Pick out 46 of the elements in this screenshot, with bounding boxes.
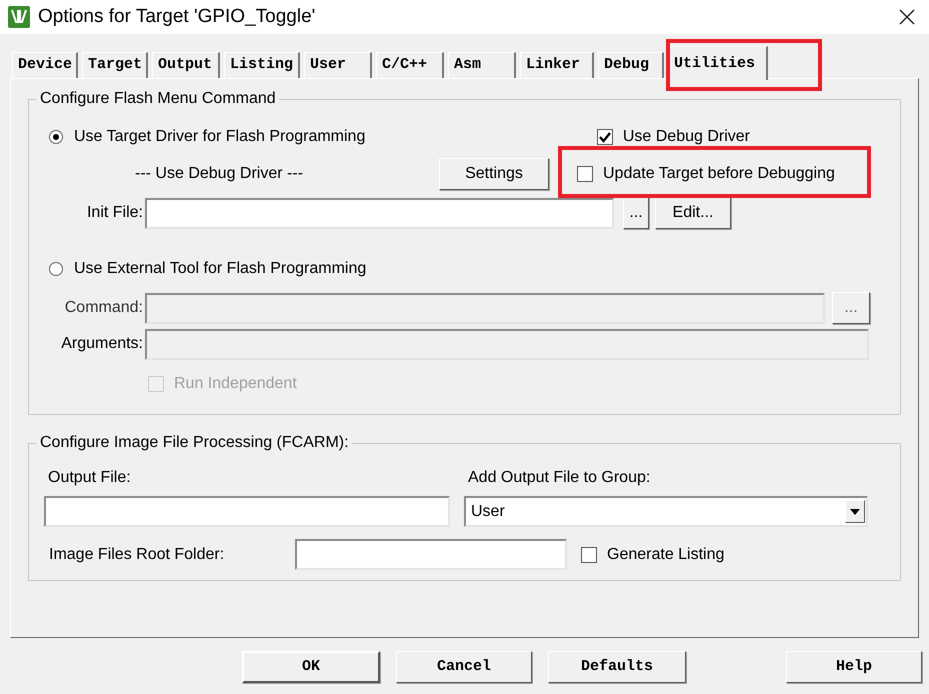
- field-label: Output File:: [48, 468, 132, 488]
- tab[interactable]: C/C++: [376, 52, 444, 78]
- tab[interactable]: Utilities: [668, 46, 768, 80]
- field-label: Add Output File to Group:: [468, 468, 650, 488]
- tab[interactable]: Output: [152, 52, 220, 78]
- checkbox-label: Run Independent: [174, 374, 297, 394]
- field-label: Arguments:: [60, 334, 144, 354]
- radio-button[interactable]: [49, 262, 63, 276]
- tab[interactable]: Target: [82, 52, 148, 78]
- field-label: Command:: [64, 298, 144, 318]
- dropdown-value: User: [471, 502, 505, 522]
- tab[interactable]: User: [304, 52, 372, 78]
- checkbox-label: Use Debug Driver: [622, 127, 750, 147]
- checkmark-icon: [598, 132, 611, 142]
- radio-label: Use Target Driver for Flash Programming: [74, 127, 366, 147]
- edit-button[interactable]: Edit...: [655, 197, 731, 229]
- field-label: Init File:: [86, 203, 144, 223]
- checkbox[interactable]: [596, 129, 613, 145]
- radio-label: Use External Tool for Flash Programming: [74, 259, 366, 279]
- root-folder-field[interactable]: [295, 539, 567, 570]
- defaults-button[interactable]: Defaults: [548, 651, 686, 683]
- tab[interactable]: Debug: [598, 52, 664, 78]
- group-title: Configure Flash Menu Command: [37, 89, 279, 109]
- tab[interactable]: Linker: [520, 52, 594, 78]
- app-logo-icon: [8, 6, 30, 28]
- group-dropdown[interactable]: User: [464, 496, 868, 527]
- tab[interactable]: Listing: [224, 52, 300, 78]
- group-title: Configure Image File Processing (FCARM):: [37, 433, 352, 453]
- settings-button[interactable]: Settings: [439, 158, 549, 190]
- output-file-field[interactable]: [44, 496, 450, 527]
- cancel-button[interactable]: Cancel: [396, 651, 532, 683]
- tab[interactable]: Asm: [448, 52, 516, 78]
- ok-button[interactable]: OK: [242, 651, 380, 683]
- init-file-field[interactable]: [145, 198, 614, 228]
- driver-note: --- Use Debug Driver ---: [135, 164, 304, 184]
- checkbox-label: Generate Listing: [607, 544, 724, 564]
- radio-button[interactable]: [49, 130, 63, 144]
- close-icon[interactable]: [899, 9, 915, 25]
- help-button[interactable]: Help: [786, 651, 922, 683]
- checkbox[interactable]: [577, 166, 593, 182]
- checkbox-label: Update Target before Debugging: [603, 164, 835, 184]
- window-title: Options for Target 'GPIO_Toggle': [38, 4, 316, 29]
- field-label: Image Files Root Folder:: [49, 544, 226, 564]
- checkbox[interactable]: [581, 546, 597, 562]
- tab[interactable]: Device: [12, 52, 78, 78]
- browse-button[interactable]: ...: [623, 197, 649, 229]
